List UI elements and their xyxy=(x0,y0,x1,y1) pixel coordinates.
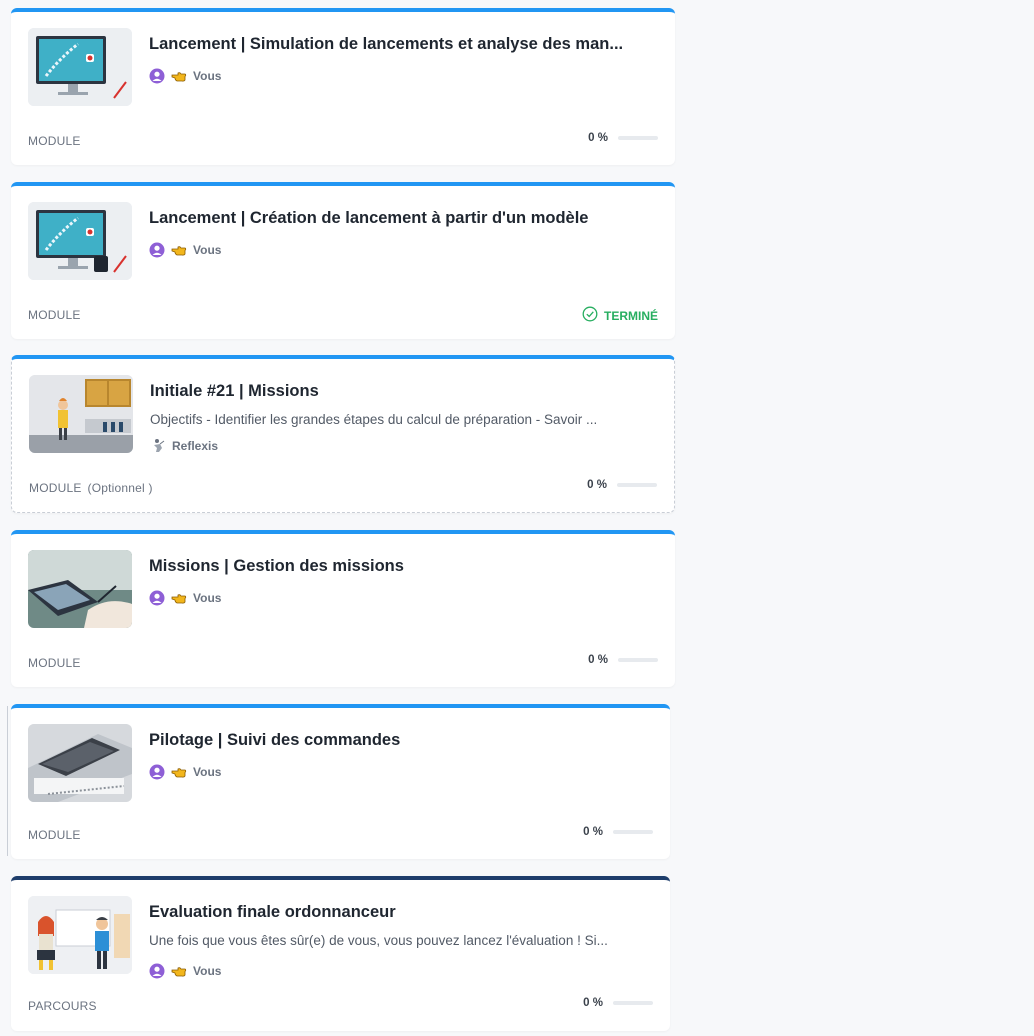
course-progress: 0 % xyxy=(588,132,658,144)
author-name: Reflexis xyxy=(172,439,219,453)
course-card[interactable]: Lancement | Simulation de lancements et … xyxy=(11,8,675,165)
course-type: PARCOURS xyxy=(28,999,97,1013)
course-author: Vous xyxy=(149,763,221,781)
status-label: TERMINÉ xyxy=(604,308,658,323)
course-author: Vous xyxy=(149,67,221,85)
course-card[interactable]: Pilotage | Suivi des commandes Vous MODU… xyxy=(11,704,670,859)
course-thumbnail xyxy=(28,28,132,106)
user-icon xyxy=(149,68,165,84)
course-thumbnail xyxy=(28,896,132,974)
course-author: Vous xyxy=(149,962,221,980)
author-name: Vous xyxy=(193,765,222,779)
author-name: Vous xyxy=(193,964,222,978)
course-author: Reflexis xyxy=(150,437,218,455)
progress-label: 0 % xyxy=(587,479,607,491)
course-title[interactable]: Lancement | Simulation de lancements et … xyxy=(149,34,664,54)
course-card[interactable]: Missions | Gestion des missions Vous MOD… xyxy=(11,530,675,687)
course-author: Vous xyxy=(149,589,221,607)
user-icon xyxy=(149,242,165,258)
course-thumbnail xyxy=(28,202,132,280)
author-name: Vous xyxy=(193,591,222,605)
author-name: Vous xyxy=(193,69,222,83)
progress-bar xyxy=(618,658,658,662)
user-icon xyxy=(149,590,165,606)
course-description: Une fois que vous êtes sûr(e) de vous, v… xyxy=(149,933,608,948)
progress-label: 0 % xyxy=(588,132,608,144)
progress-bar xyxy=(618,136,658,140)
course-type: MODULE xyxy=(28,828,81,842)
divider xyxy=(7,706,8,856)
course-card[interactable]: Lancement | Création de lancement à part… xyxy=(11,182,675,339)
course-type: MODULE xyxy=(28,656,81,670)
progress-label: 0 % xyxy=(583,826,603,838)
course-author: Vous xyxy=(149,241,221,259)
course-title[interactable]: Lancement | Création de lancement à part… xyxy=(149,208,664,228)
author-name: Vous xyxy=(193,243,222,257)
course-title[interactable]: Initiale #21 | Missions xyxy=(150,381,665,401)
progress-bar xyxy=(613,830,653,834)
course-progress: 0 % xyxy=(583,826,653,838)
course-progress: 0 % xyxy=(583,997,653,1009)
check-circle-icon xyxy=(582,306,598,325)
course-type: MODULE (Optionnel ) xyxy=(29,481,153,495)
course-card[interactable]: Initiale #21 | Missions Objectifs - Iden… xyxy=(11,355,675,513)
pointing-hand-icon xyxy=(171,242,187,258)
course-thumbnail xyxy=(28,724,132,802)
pointing-hand-icon xyxy=(171,963,187,979)
robot-icon xyxy=(150,438,166,454)
optional-label: (Optionnel ) xyxy=(87,481,153,495)
progress-label: 0 % xyxy=(583,997,603,1009)
course-title[interactable]: Missions | Gestion des missions xyxy=(149,556,664,576)
course-progress: 0 % xyxy=(587,479,657,491)
course-thumbnail xyxy=(28,550,132,628)
pointing-hand-icon xyxy=(171,68,187,84)
progress-label: 0 % xyxy=(588,654,608,666)
course-description: Objectifs - Identifier les grandes étape… xyxy=(150,412,598,427)
progress-bar xyxy=(613,1001,653,1005)
course-title[interactable]: Pilotage | Suivi des commandes xyxy=(149,730,664,750)
course-list: Lancement | Simulation de lancements et … xyxy=(0,0,1034,1036)
type-label: MODULE xyxy=(29,481,82,495)
course-title[interactable]: Evaluation finale ordonnanceur xyxy=(149,902,664,922)
course-type: MODULE xyxy=(28,308,81,322)
pointing-hand-icon xyxy=(171,590,187,606)
course-status: TERMINÉ xyxy=(582,306,658,325)
user-icon xyxy=(149,963,165,979)
pointing-hand-icon xyxy=(171,764,187,780)
progress-bar xyxy=(617,483,657,487)
user-icon xyxy=(149,764,165,780)
course-progress: 0 % xyxy=(588,654,658,666)
course-type: MODULE xyxy=(28,134,81,148)
course-card[interactable]: Evaluation finale ordonnanceur Une fois … xyxy=(11,876,670,1031)
course-thumbnail xyxy=(29,375,133,453)
